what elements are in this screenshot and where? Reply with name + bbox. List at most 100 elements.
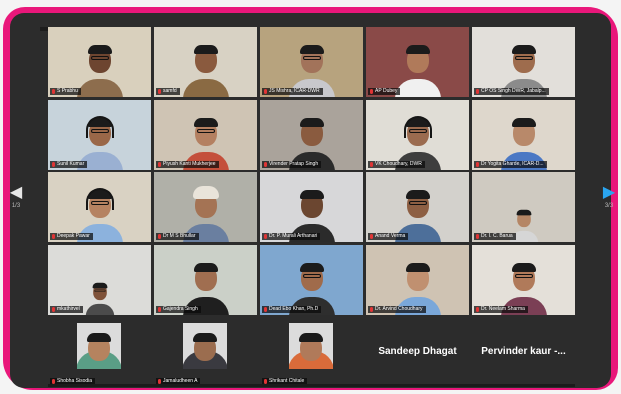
- muted-mic-icon: [370, 234, 373, 239]
- participant-tile[interactable]: Dr. Arvind Choudhary: [366, 244, 469, 315]
- participant-name-label: S Prabhu: [50, 88, 81, 95]
- muted-mic-icon: [158, 234, 161, 239]
- participant-name-label: AP Dubey: [368, 88, 401, 95]
- muted-mic-icon: [476, 161, 479, 167]
- participant-name: CP OS Singh DWR, Jabalp...: [481, 88, 546, 94]
- participant-name-label: Gajendra Singh: [156, 305, 201, 313]
- participant-name: Dr Yogita Gharde, ICAR-D...: [481, 160, 544, 167]
- muted-mic-icon: [52, 306, 55, 312]
- participant-name: Dr. P. Murali Arthanari: [269, 233, 318, 239]
- participant-name-label: Dr. P. Murali Arthanari: [262, 233, 321, 240]
- muted-mic-icon: [370, 89, 373, 94]
- muted-mic-icon: [264, 161, 267, 167]
- participant-name-label: VK Choudhary, DWR: [368, 160, 425, 168]
- participant-tile[interactable]: Shrikant Chitale: [260, 317, 363, 387]
- meeting-toolbar: [48, 384, 575, 387]
- participant-video: [289, 323, 333, 369]
- muted-mic-icon: [52, 89, 55, 94]
- participant-tile[interactable]: Piyush Kanti Mukherjee: [154, 99, 257, 170]
- participant-name: VK Choudhary, DWR: [375, 160, 422, 167]
- muted-mic-icon: [52, 234, 55, 239]
- participant-name-label: Dr Yogita Gharde, ICAR-D...: [474, 160, 547, 168]
- participant-gallery: S Prabhu samfd JS Mishra, ICAR-DWR AP Dubey…: [48, 27, 575, 387]
- participant-name: Dr M S Bhullar: [163, 233, 196, 239]
- participant-name-label: Sunil Kumar: [50, 160, 88, 168]
- participant-name: Dr. Arvind Choudhary: [375, 305, 423, 312]
- participant-tile[interactable]: JS Mishra, ICAR-DWR: [260, 27, 363, 97]
- participant-display-name: Pervinder kaur -...: [481, 346, 566, 357]
- participant-name-label: Dr M S Bhullar: [156, 233, 199, 240]
- profile-photo: [289, 323, 333, 369]
- participant-tile[interactable]: VK Choudhary, DWR: [366, 99, 469, 170]
- muted-mic-icon: [370, 161, 373, 167]
- participant-video: [76, 35, 124, 97]
- participant-name: Virender Pratap Singh: [269, 160, 319, 167]
- participant-name: Dr. Neelam Sharma: [481, 305, 525, 312]
- participant-name: JS Mishra, ICAR-DWR: [269, 88, 320, 94]
- participant-tile[interactable]: Sunil Kumar: [48, 99, 151, 170]
- participant-tile[interactable]: Gajendra Singh: [154, 244, 257, 315]
- participant-tile[interactable]: Dead Ebo Khan, Ph.D: [260, 244, 363, 315]
- previous-page-indicator: 1/3: [11, 203, 21, 209]
- chevron-right-icon: ▶: [602, 184, 616, 201]
- participant-name: Anand Verma: [375, 233, 406, 239]
- participant-tile[interactable]: Jamaludheen A: [154, 317, 257, 387]
- chevron-left-icon: ◀: [9, 184, 23, 201]
- participant-name: Piyush Kanti Mukherjee: [163, 160, 216, 167]
- participant-name: Dr. I. C. Barua: [481, 233, 513, 239]
- participant-name: S Prabhu: [57, 88, 78, 94]
- participant-video: [85, 276, 115, 315]
- participant-name: AP Dubey: [375, 88, 398, 94]
- participant-tile[interactable]: Shobha Sisodia: [48, 317, 151, 387]
- muted-mic-icon: [370, 306, 373, 312]
- participant-display-name: Sandeep Dhagat: [378, 346, 457, 357]
- participant-name: Sunil Kumar: [57, 160, 85, 167]
- next-page-button[interactable]: ▶ 3/3: [602, 185, 616, 225]
- muted-mic-icon: [476, 234, 479, 239]
- participant-tile[interactable]: mkathirvel: [48, 244, 151, 315]
- participant-tile[interactable]: CP OS Singh DWR, Jabalp...: [472, 27, 575, 97]
- muted-mic-icon: [158, 89, 161, 94]
- participant-name-label: Virender Pratap Singh: [262, 160, 322, 168]
- profile-photo: [183, 323, 227, 369]
- muted-mic-icon: [476, 89, 479, 94]
- participant-video: [182, 35, 230, 97]
- participant-name-label: Dead Ebo Khan, Ph.D: [262, 305, 322, 313]
- participant-name-label: samfd: [156, 88, 180, 95]
- participant-video: [183, 323, 227, 369]
- participant-name-label: JS Mishra, ICAR-DWR: [262, 88, 323, 95]
- participant-tile[interactable]: Dr. I. C. Barua: [472, 172, 575, 242]
- participant-name-label: Dr. I. C. Barua: [474, 233, 516, 240]
- muted-mic-icon: [476, 306, 479, 312]
- participant-tile[interactable]: Pervinder kaur -...: [472, 317, 575, 387]
- participant-name-label: Piyush Kanti Mukherjee: [156, 160, 219, 168]
- participant-name: Deepak Pawar: [57, 233, 90, 239]
- participant-name: mkathirvel: [57, 305, 80, 312]
- participant-name-label: Anand Verma: [368, 233, 409, 240]
- participant-tile[interactable]: AP Dubey: [366, 27, 469, 97]
- previous-page-button[interactable]: ◀ 1/3: [9, 185, 23, 225]
- profile-photo: [77, 323, 121, 369]
- participant-video: [77, 323, 121, 369]
- participant-tile[interactable]: Deepak Pawar: [48, 172, 151, 242]
- participant-tile[interactable]: Dr. Neelam Sharma: [472, 244, 575, 315]
- participant-name-label: Dr. Neelam Sharma: [474, 305, 528, 313]
- participant-tile[interactable]: Dr Yogita Gharde, ICAR-D...: [472, 99, 575, 170]
- muted-mic-icon: [264, 306, 267, 312]
- muted-mic-icon: [264, 89, 267, 94]
- participant-name: Gajendra Singh: [163, 305, 198, 312]
- participant-tile[interactable]: Anand Verma: [366, 172, 469, 242]
- participant-tile[interactable]: Sandeep Dhagat: [366, 317, 469, 387]
- participant-name-label: Dr. Arvind Choudhary: [368, 305, 426, 313]
- muted-mic-icon: [158, 306, 161, 312]
- participant-tile[interactable]: samfd: [154, 27, 257, 97]
- muted-mic-icon: [264, 234, 267, 239]
- muted-mic-icon: [158, 161, 161, 167]
- next-page-indicator: 3/3: [604, 203, 614, 209]
- participant-tile[interactable]: Dr. P. Murali Arthanari: [260, 172, 363, 242]
- participant-tile[interactable]: Dr M S Bhullar: [154, 172, 257, 242]
- participant-tile[interactable]: S Prabhu: [48, 27, 151, 97]
- participant-name: Dead Ebo Khan, Ph.D: [269, 305, 319, 312]
- participant-video: [394, 35, 442, 97]
- participant-tile[interactable]: Virender Pratap Singh: [260, 99, 363, 170]
